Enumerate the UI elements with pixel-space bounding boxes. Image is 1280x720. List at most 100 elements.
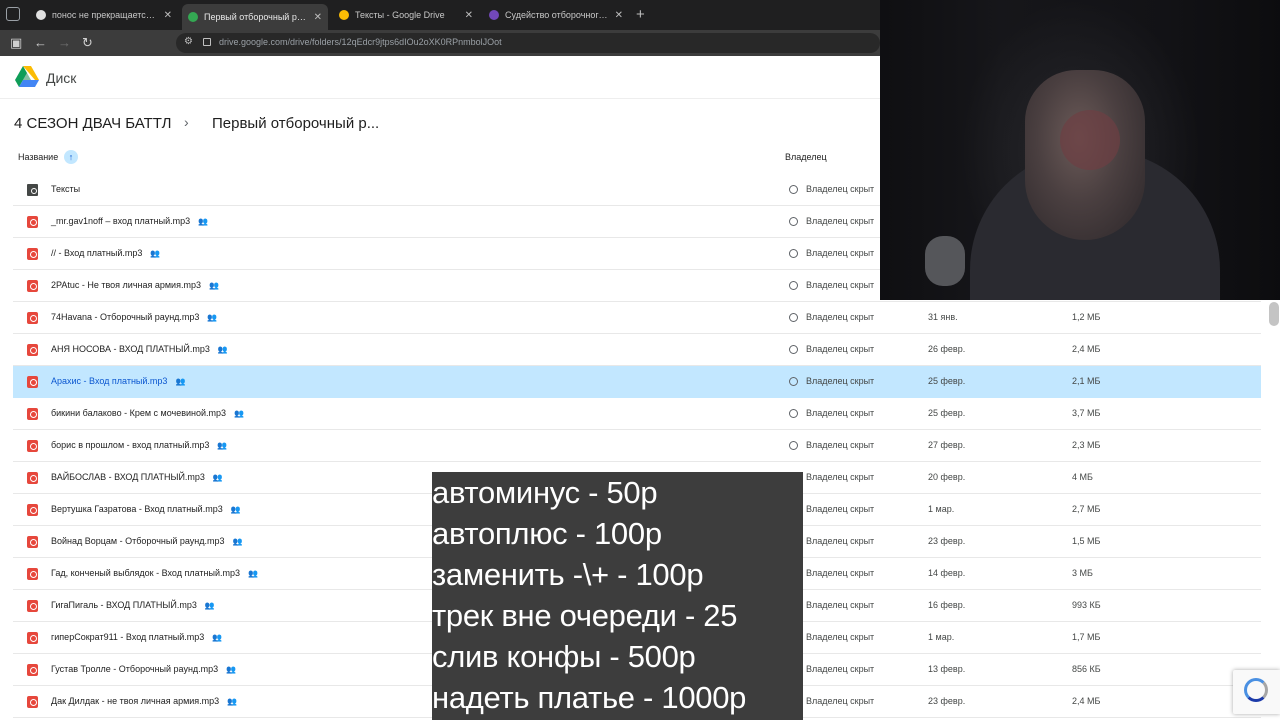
browser-tab[interactable]: Тексты - Google Drive ✕ [333,4,479,26]
new-tab-icon[interactable]: + [636,6,645,23]
sort-arrow-up-icon[interactable]: ↑ [64,150,78,164]
file-modified-date: 20 февр. [928,472,966,482]
scrollbar-thumb[interactable] [1269,302,1279,326]
owner-avatar-icon [789,409,798,418]
audio-file-icon [27,504,38,516]
tab-favicon-icon [188,12,198,22]
owner-avatar-icon [789,249,798,258]
audio-file-icon [27,376,38,388]
shared-people-icon: 👥 [208,281,219,290]
column-header-name[interactable]: Название [18,152,58,162]
google-drive-logo[interactable] [15,66,39,88]
file-row[interactable]: Арахис - Вход платный.mp3 👥 Владелец скрыт… [13,366,1261,398]
price-line: автоплюс - 100р [432,516,662,551]
file-owner: Владелец скрыт [806,568,875,578]
column-header-owner[interactable]: Владелец [785,152,827,162]
file-name-text: Густав Тролле - Отборочный раунд.mp3 [51,664,219,674]
file-name[interactable]: АНЯ НОСОВА - ВХОД ПЛАТНЫЙ.mp3 👥 [51,344,228,354]
file-name[interactable]: гиперСократ911 - Вход платный.mp3 👥 [51,632,222,642]
shared-people-icon: 👥 [232,537,243,546]
tab-title: Первый отборочный раунд – Google Drive [204,12,308,22]
file-name[interactable]: Войнад Ворцам - Отборочный раунд.mp3 👥 [51,536,242,546]
tab-title: Судейство отборочного раунда [505,10,609,20]
price-line: автоминус - 50р [432,475,658,510]
shared-people-icon: 👥 [198,217,209,226]
file-name[interactable]: _mr.gav1noff – вход платный.mp3 👥 [51,216,208,226]
file-name[interactable]: Вертушка Газратова - Вход платный.mp3 👥 [51,504,241,514]
browser-tab[interactable]: Первый отборочный раунд – Google Drive ✕ [182,4,328,30]
owner-avatar-icon [789,281,798,290]
file-name-text: Дак Дилдак - не твоя личная армия.mp3 [51,696,220,706]
file-size: 2,1 МБ [1072,376,1101,386]
reload-icon[interactable]: ↻ [82,35,93,51]
file-size: 1,2 МБ [1072,312,1101,322]
file-row[interactable]: бикини балаково - Крем с мочевиной.mp3 👥 В… [13,398,1261,430]
shared-people-icon: 👥 [207,313,218,322]
file-modified-date: 16 февр. [928,600,966,610]
tab-close-icon[interactable]: ✕ [164,10,172,21]
breadcrumb-root[interactable]: 4 СЕЗОН ДВАЧ БАТТЛ [14,115,171,132]
breadcrumb-current[interactable]: Первый отборочный р... [212,115,379,132]
tab-close-icon[interactable]: ✕ [465,10,473,21]
file-name[interactable]: бикини балаково - Крем с мочевиной.mp3 👥 [51,408,244,418]
file-size: 856 КБ [1072,664,1101,674]
owner-avatar-icon [789,217,798,226]
file-row[interactable]: борис в прошлом - вход платный.mp3 👥 Владе… [13,430,1261,462]
back-icon[interactable]: ← [34,35,47,51]
microphone [925,236,965,286]
shared-people-icon: 👥 [226,665,237,674]
file-row[interactable]: 74Havana - Отборочный раунд.mp3 👥 Владелец… [13,302,1261,334]
file-name[interactable]: 2PAtuc - Не твоя личная армия.mp3 👥 [51,280,219,290]
file-name[interactable]: Тексты [51,184,80,194]
file-modified-date: 13 февр. [928,664,966,674]
file-name[interactable]: ГигаПигаль - ВХОД ПЛАТНЫЙ.mp3 👥 [51,600,215,610]
tab-search-icon[interactable] [6,7,20,21]
file-name[interactable]: Гад, конченый выблядок - Вход платный.mp… [51,568,258,578]
file-size: 2,4 МБ [1072,696,1101,706]
file-name[interactable]: ВАЙБОСЛАВ - ВХОД ПЛАТНЫЙ.mp3 👥 [51,472,223,482]
file-owner: Владелец скрыт [806,536,875,546]
file-name[interactable]: борис в прошлом - вход платный.mp3 👥 [51,440,227,450]
file-size: 1,7 МБ [1072,632,1101,642]
shared-people-icon: 👥 [248,569,258,578]
file-name[interactable]: Арахис - Вход платный.mp3 👥 [51,376,185,386]
price-line: слив конфы - 500р [432,639,696,674]
audio-file-icon [27,696,38,708]
file-size: 2,7 МБ [1072,504,1101,514]
owner-avatar-icon [789,377,798,386]
url-text[interactable]: drive.google.com/drive/folders/12qEdcr9j… [219,37,502,47]
tab-close-icon[interactable]: ✕ [615,10,623,21]
file-name[interactable]: // - Вход платный.mp3 👥 [51,248,160,258]
browser-tab[interactable]: понос не прекращается неделю ✕ [30,4,178,26]
recaptcha-icon [1244,678,1268,702]
forward-icon[interactable]: → [58,35,71,51]
file-owner: Владелец скрыт [806,600,875,610]
file-name[interactable]: Дак Дилдак - не твоя личная армия.mp3 👥 [51,696,237,706]
file-size: 2,4 МБ [1072,344,1101,354]
shared-people-icon: 👥 [212,633,223,642]
file-row[interactable]: АНЯ НОСОВА - ВХОД ПЛАТНЫЙ.mp3 👥 Владелец с… [13,334,1261,366]
address-bar[interactable]: ⚙ drive.google.com/drive/folders/12qEdcr… [176,33,880,53]
file-name[interactable]: Густав Тролле - Отборочный раунд.mp3 👥 [51,664,236,674]
shared-people-icon: 👥 [230,505,241,514]
audio-file-icon [27,440,38,452]
sidebar-toggle-icon[interactable]: ▣ [10,35,22,51]
file-name-text: _mr.gav1noff – вход платный.mp3 [51,216,191,226]
app-name[interactable]: Диск [46,70,76,86]
file-name-text: Гад, конченый выблядок - Вход платный.mp… [51,568,241,578]
file-size: 993 КБ [1072,600,1101,610]
shared-people-icon: 👥 [217,441,228,450]
tab-title: понос не прекращается неделю [52,10,158,20]
tab-close-icon[interactable]: ✕ [314,12,322,23]
audio-file-icon [27,568,38,580]
shared-people-icon: 👥 [217,345,228,354]
owner-avatar-icon [789,185,798,194]
recaptcha-badge[interactable] [1233,670,1280,714]
file-name[interactable]: 74Havana - Отборочный раунд.mp3 👥 [51,312,217,322]
file-modified-date: 23 февр. [928,696,966,706]
file-owner: Владелец скрыт [806,440,875,450]
audio-file-icon [27,600,38,612]
site-settings-icon[interactable]: ⚙ [184,36,193,47]
browser-tab[interactable]: Судейство отборочного раунда ✕ [483,4,629,26]
file-owner: Владелец скрыт [806,632,875,642]
